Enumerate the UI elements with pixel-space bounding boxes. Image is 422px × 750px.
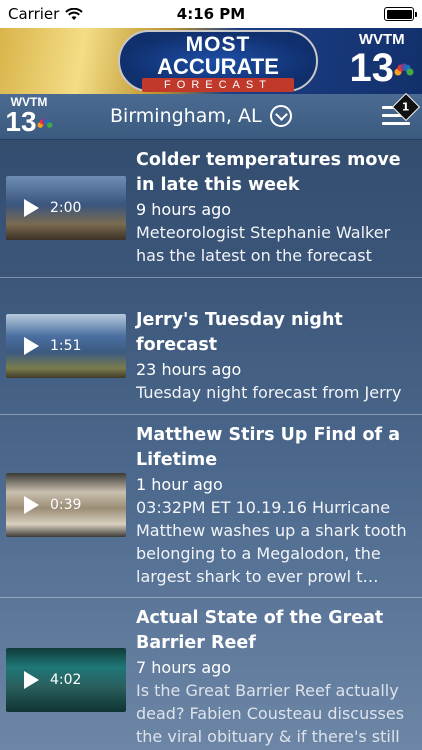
chevron-down-icon [269, 105, 292, 127]
video-item[interactable]: 2:00 Colder temperatures move in late th… [0, 140, 422, 278]
video-item[interactable]: 1:51 Jerry's Tuesday night forecast 23 h… [0, 278, 422, 415]
video-age: 7 hours ago [136, 658, 232, 677]
status-time: 4:16 PM [176, 5, 246, 23]
video-item[interactable]: 4:02 Actual State of the Great Barrier R… [0, 598, 422, 750]
video-list: 2:00 Colder temperatures move in late th… [0, 140, 422, 750]
video-title[interactable]: Matthew Stirs Up Find of a Lifetime [136, 423, 412, 473]
video-description: Meteorologist Stephanie Walker has the l… [136, 223, 391, 265]
play-icon [24, 671, 39, 689]
banner-line-forecast: FORECAST [142, 78, 294, 92]
video-description: Is the Great Barrier Reef actually dead?… [136, 681, 405, 746]
ad-banner[interactable]: MOST ACCURATE FORECAST WVTM 13 [0, 28, 422, 94]
nav-logo-number: 13 [5, 106, 37, 137]
video-description: 03:32PM ET 10.19.16 Hurricane Matthew wa… [136, 498, 407, 586]
nav-bar: WVTM 13 Birmingham, AL 1 [0, 92, 422, 140]
video-duration: 4:02 [50, 672, 82, 688]
video-duration: 2:00 [50, 200, 82, 216]
play-icon [24, 337, 39, 355]
video-title[interactable]: Colder temperatures move in late this we… [136, 148, 412, 198]
video-thumbnail[interactable]: 4:02 [6, 648, 126, 712]
station-logo[interactable]: WVTM 13 [4, 96, 54, 136]
play-icon [24, 496, 39, 514]
banner-logo-call: WVTM [358, 31, 405, 48]
video-age: 1 hour ago [136, 475, 223, 494]
banner-line-most: MOST [185, 33, 251, 56]
video-thumbnail[interactable]: 0:39 [6, 473, 126, 537]
video-thumbnail[interactable]: 2:00 [6, 176, 126, 240]
status-bar: Carrier 4:16 PM [0, 0, 422, 28]
most-accurate-forecast-badge: MOST ACCURATE FORECAST [118, 30, 318, 92]
play-icon [24, 199, 39, 217]
video-age: 9 hours ago [136, 200, 232, 219]
location-selector[interactable]: Birmingham, AL [110, 105, 292, 127]
banner-station-logo: WVTM 13 [350, 32, 415, 89]
battery-icon [384, 7, 417, 21]
video-duration: 0:39 [50, 497, 82, 513]
video-title[interactable]: Actual State of the Great Barrier Reef [136, 606, 412, 656]
nav-peacock-icon [37, 118, 53, 128]
video-item[interactable]: 0:39 Matthew Stirs Up Find of a Lifetime… [0, 415, 422, 598]
video-thumbnail[interactable]: 1:51 [6, 314, 126, 378]
peacock-icon [394, 63, 414, 76]
carrier-label: Carrier [8, 5, 60, 23]
menu-button[interactable]: 1 [382, 92, 421, 126]
video-title[interactable]: Jerry's Tuesday night forecast [136, 308, 412, 358]
video-age: 23 hours ago [136, 360, 242, 379]
banner-logo-number: 13 [349, 46, 395, 90]
location-label: Birmingham, AL [110, 105, 262, 127]
banner-line-accurate: ACCURATE [157, 54, 279, 79]
video-description: Tuesday night forecast from Jerry [136, 383, 402, 402]
wifi-icon [65, 7, 84, 20]
video-duration: 1:51 [50, 338, 82, 354]
